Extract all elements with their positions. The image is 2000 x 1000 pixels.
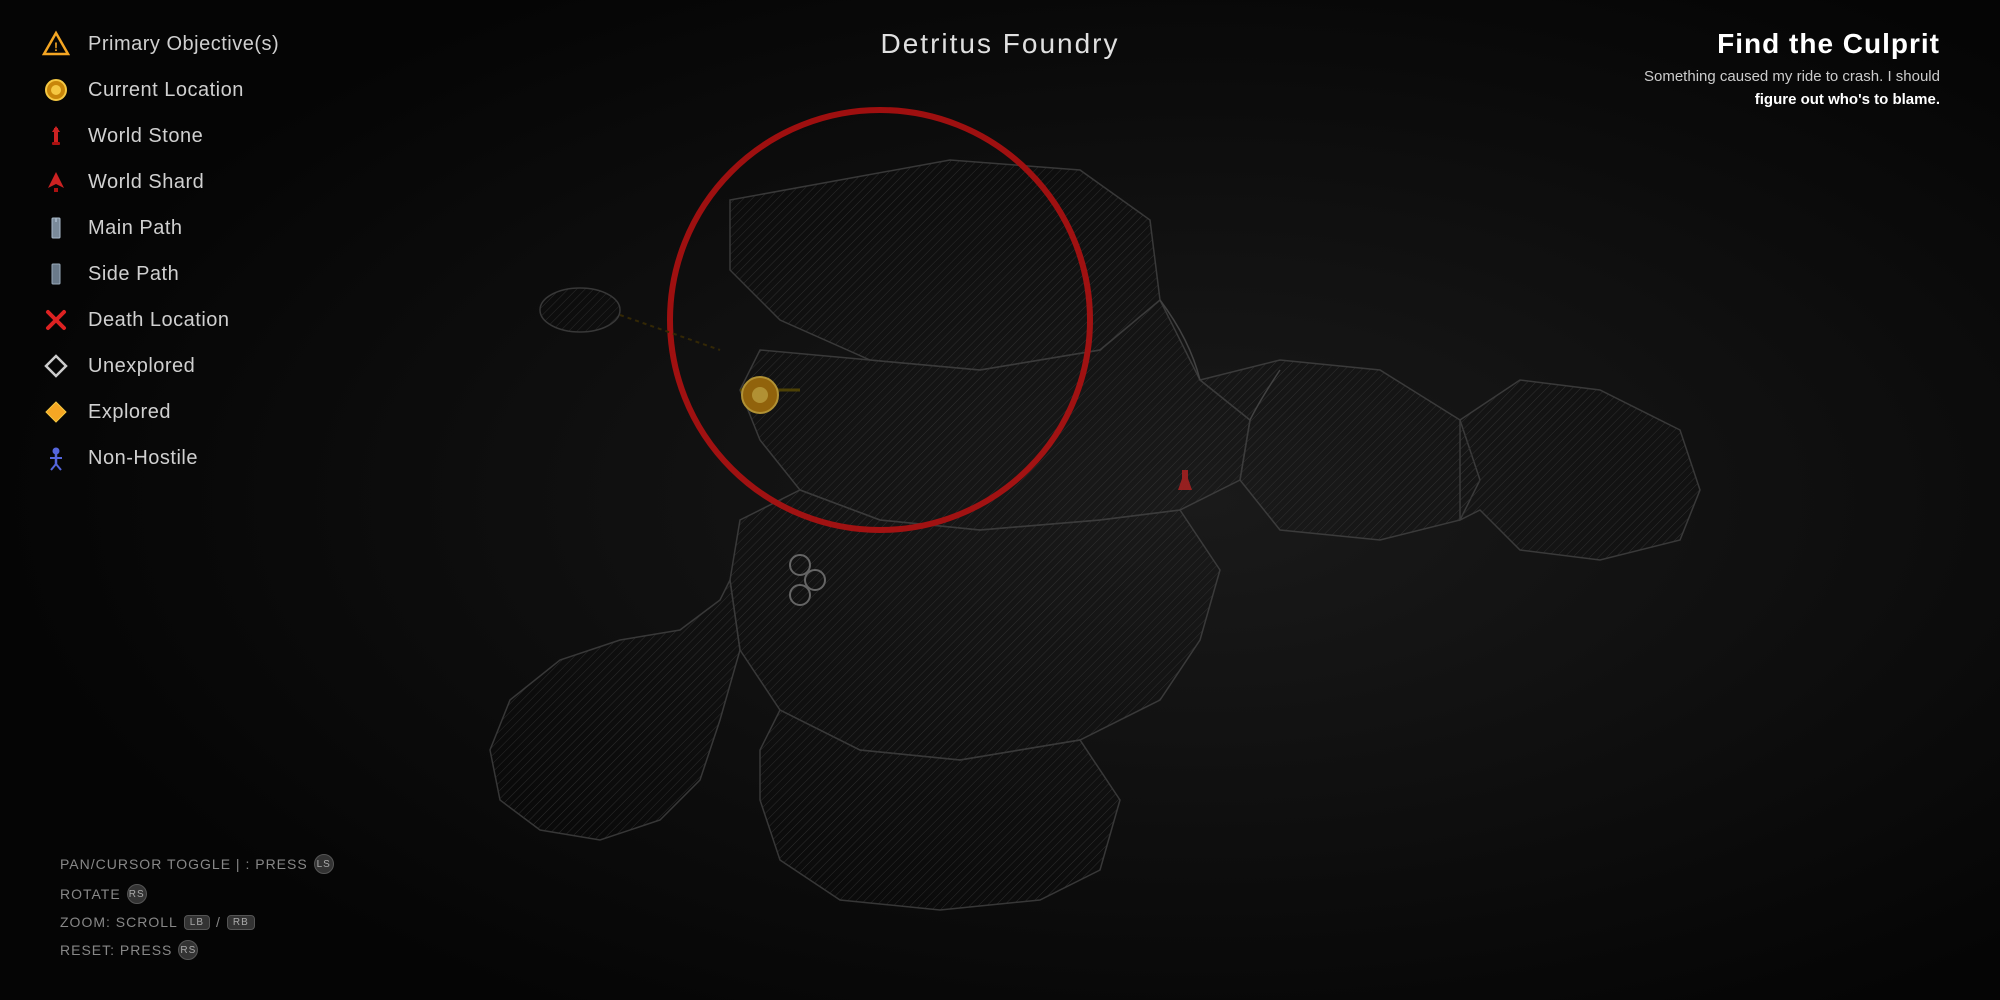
- objective-description: Something caused my ride to crash. I sho…: [1644, 66, 1940, 111]
- legend-item-unexplored: Unexplored: [40, 350, 279, 382]
- svg-text:!: !: [54, 40, 58, 54]
- legend-label-world-stone: World Stone: [88, 125, 203, 148]
- control-zoom: ZOOM: SCROLL LB / RB: [60, 914, 334, 930]
- diamond-outline-icon: [40, 350, 72, 382]
- lb-badge: LB: [184, 915, 210, 930]
- warning-triangle-icon: !: [40, 28, 72, 60]
- legend-item-death-location: Death Location: [40, 304, 279, 336]
- legend-item-non-hostile: Non-Hostile: [40, 442, 279, 474]
- legend-item-world-shard: World Shard: [40, 166, 279, 198]
- zoom-separator: /: [216, 914, 221, 930]
- objective-title: Find the Culprit: [1644, 28, 1940, 60]
- legend-item-current-location: Current Location: [40, 74, 279, 106]
- legend-item-side-path: Side Path: [40, 258, 279, 290]
- legend-label-primary-objective: Primary Objective(s): [88, 33, 279, 56]
- legend-label-unexplored: Unexplored: [88, 355, 195, 378]
- legend-panel: ! Primary Objective(s) Current Location …: [40, 28, 279, 474]
- legend-label-main-path: Main Path: [88, 217, 183, 240]
- legend-label-non-hostile: Non-Hostile: [88, 447, 198, 470]
- pan-cursor-label: PAN/CURSOR TOGGLE | : PRESS: [60, 856, 308, 872]
- zoom-label: ZOOM: SCROLL: [60, 914, 178, 930]
- legend-label-world-shard: World Shard: [88, 171, 204, 194]
- world-shard-icon: [40, 166, 72, 198]
- rotate-label: ROTATE: [60, 886, 121, 902]
- diamond-filled-icon: [40, 396, 72, 428]
- location-circle-icon: [40, 74, 72, 106]
- world-stone-icon: [40, 120, 72, 152]
- control-pan-cursor: PAN/CURSOR TOGGLE | : PRESS LS: [60, 854, 334, 874]
- controls-panel: PAN/CURSOR TOGGLE | : PRESS LS ROTATE RS…: [60, 854, 334, 960]
- objective-panel: Find the Culprit Something caused my rid…: [1644, 28, 1940, 111]
- map-title: Detritus Foundry: [881, 28, 1120, 60]
- control-rotate: ROTATE RS: [60, 884, 334, 904]
- control-reset: RESET: PRESS RS: [60, 940, 334, 960]
- main-path-icon: [40, 212, 72, 244]
- rs-badge-reset: RS: [178, 940, 198, 960]
- legend-label-side-path: Side Path: [88, 263, 179, 286]
- map-svg: [0, 0, 2000, 1000]
- rb-badge: RB: [227, 915, 255, 930]
- legend-item-primary-objective: ! Primary Objective(s): [40, 28, 279, 60]
- ls-badge: LS: [314, 854, 334, 874]
- legend-label-death-location: Death Location: [88, 309, 230, 332]
- legend-label-explored: Explored: [88, 401, 171, 424]
- legend-item-world-stone: World Stone: [40, 120, 279, 152]
- map-container: [0, 0, 2000, 1000]
- legend-item-explored: Explored: [40, 396, 279, 428]
- legend-item-main-path: Main Path: [40, 212, 279, 244]
- death-x-icon: [40, 304, 72, 336]
- figure-icon: [40, 442, 72, 474]
- rs-badge-rotate: RS: [127, 884, 147, 904]
- side-path-icon: [40, 258, 72, 290]
- legend-label-current-location: Current Location: [88, 79, 244, 102]
- reset-label: RESET: PRESS: [60, 942, 172, 958]
